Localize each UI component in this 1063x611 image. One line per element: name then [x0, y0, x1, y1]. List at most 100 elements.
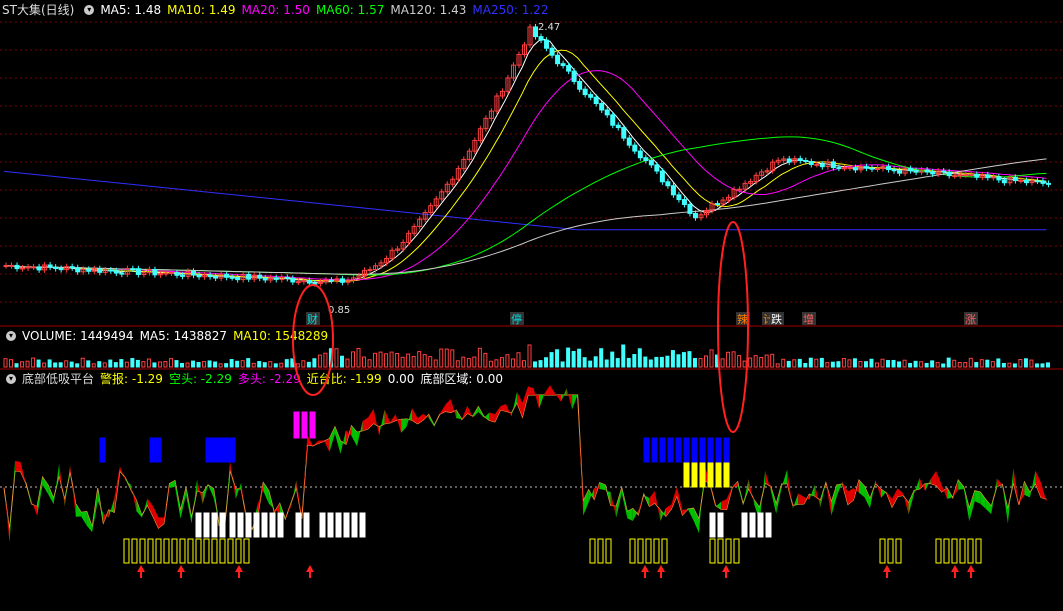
indicator-fill — [588, 487, 595, 503]
candle — [654, 164, 660, 172]
volume-bar — [323, 352, 328, 368]
candle — [841, 167, 847, 170]
indicator-fill — [494, 406, 501, 422]
signal-bar-outline — [943, 538, 950, 564]
indicator-fill — [803, 494, 810, 505]
indicator-fill — [379, 409, 385, 436]
candle — [924, 169, 930, 173]
volume-bar — [946, 357, 951, 368]
volume-bar — [124, 361, 129, 368]
volume-bar — [251, 362, 256, 368]
candle — [621, 127, 627, 139]
ma250-line — [3, 170, 1047, 231]
signal-bar-yellow — [691, 462, 698, 488]
indicator-fill — [345, 425, 352, 445]
volume-bar — [836, 361, 841, 368]
candle — [610, 114, 616, 126]
candle — [852, 167, 858, 171]
volume-bar — [604, 359, 609, 368]
indicator-fill — [1024, 482, 1030, 498]
volume-bar — [599, 348, 604, 368]
candle — [665, 181, 671, 187]
indicator-fill — [42, 477, 49, 495]
indicator-fill — [516, 391, 523, 417]
volume-bar — [555, 349, 560, 368]
volume-bar — [902, 359, 907, 368]
volume-bar — [577, 348, 582, 368]
indicator-fill — [980, 492, 986, 509]
signal-bar-outline — [967, 538, 974, 564]
chart-canvas[interactable]: 2.470.85财停辣计跌增涨 — [0, 0, 1063, 611]
candle — [113, 270, 119, 274]
volume-bar — [582, 357, 587, 368]
volume-bar — [102, 362, 107, 368]
candle — [930, 171, 936, 175]
indicator-fill — [362, 417, 369, 431]
volume-bar — [411, 356, 416, 368]
volume-bar — [792, 359, 797, 368]
volume-bar — [742, 360, 747, 368]
indicator-fill — [285, 503, 291, 519]
indicator-fill — [566, 388, 573, 410]
volume-bar — [615, 358, 620, 368]
candle — [257, 274, 263, 279]
volume-bar — [213, 361, 218, 368]
candle — [963, 174, 969, 177]
indicator-fill — [478, 406, 484, 418]
candle — [284, 276, 290, 279]
candle — [974, 173, 980, 178]
signal-bar-outline — [243, 538, 250, 564]
indicator-fill — [92, 488, 98, 533]
indicator-fill — [401, 418, 407, 433]
indicator-fill — [671, 486, 677, 509]
indicator-fill — [925, 478, 931, 492]
volume-bar — [770, 353, 775, 368]
signal-bar-white — [229, 512, 236, 538]
volume-bar — [985, 359, 990, 368]
candle — [626, 137, 632, 146]
volume-bar — [626, 357, 631, 368]
volume-bar — [20, 361, 25, 368]
indicator-fill — [86, 511, 93, 533]
volume-bar — [334, 348, 339, 368]
volume-bar — [36, 359, 41, 368]
indicator-fill — [230, 460, 236, 500]
candle — [593, 96, 599, 105]
volume-bar — [841, 358, 846, 368]
indicator-fill — [533, 388, 540, 409]
candle — [819, 163, 825, 168]
candle — [119, 272, 125, 275]
indicator-fill — [15, 460, 21, 472]
volume-bar — [350, 351, 355, 368]
volume-bar — [786, 360, 791, 368]
indicator-fill — [897, 488, 904, 497]
volume-bar — [64, 360, 69, 368]
volume-bar — [439, 348, 444, 368]
volume-bar — [610, 351, 615, 368]
volume-bar — [698, 357, 703, 368]
volume-bar — [544, 357, 549, 368]
arrow-icon — [657, 565, 665, 572]
signal-bar-blue — [149, 437, 156, 463]
volume-bar — [417, 351, 422, 368]
candle — [797, 158, 803, 162]
candle — [808, 161, 814, 165]
ma20-line — [3, 70, 1047, 281]
indicator-fill — [969, 490, 975, 522]
indicator-fill — [428, 414, 435, 427]
indicator-fill — [412, 408, 418, 424]
signal-bar-blue — [217, 437, 224, 463]
signal-bar-white — [749, 512, 756, 538]
candle — [306, 279, 312, 284]
volume-bar — [1045, 362, 1050, 368]
candle — [544, 39, 550, 49]
volume-bar — [229, 359, 234, 368]
volume-bar — [455, 360, 460, 368]
signal-bar-outline — [887, 538, 894, 564]
volume-bar — [1040, 363, 1045, 368]
volume-bar — [47, 359, 52, 368]
volume-bar — [284, 359, 289, 368]
signal-bar-outline — [235, 538, 242, 564]
volume-bar — [91, 363, 96, 368]
volume-bar — [25, 360, 30, 368]
